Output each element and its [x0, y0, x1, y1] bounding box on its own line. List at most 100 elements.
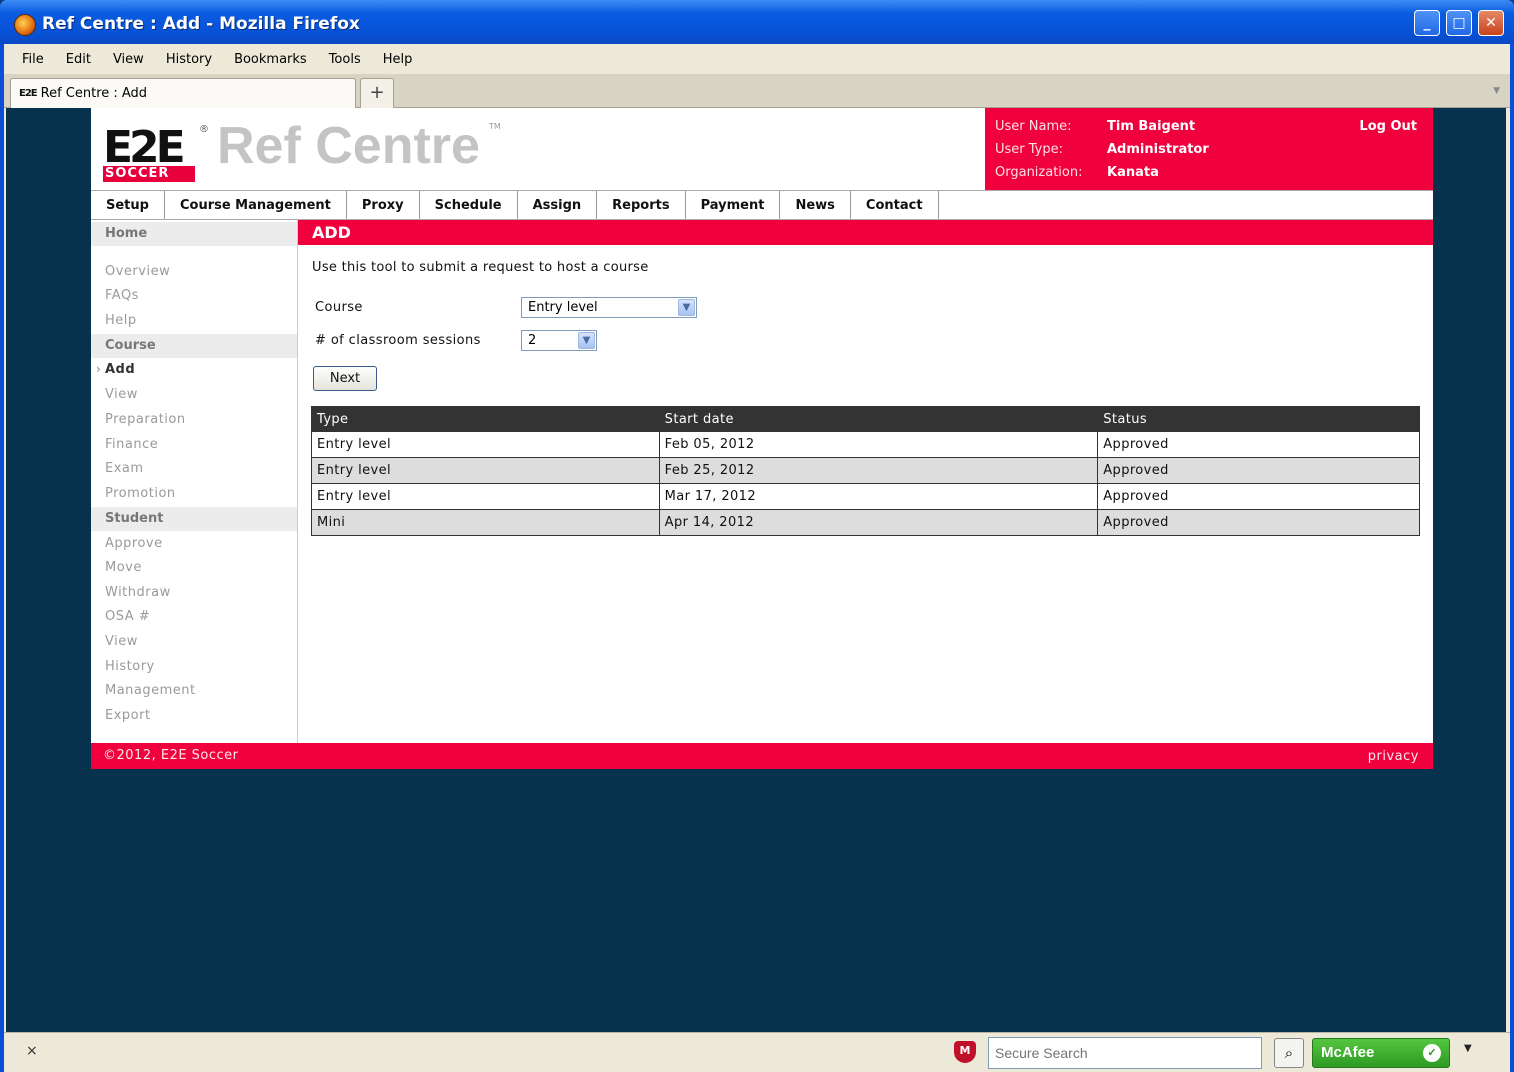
column-header-status: Status [1097, 406, 1420, 432]
sidebar-item-preparation[interactable]: Preparation [105, 412, 186, 427]
sidebar-item-move[interactable]: Move [105, 560, 142, 575]
secure-search-input[interactable] [988, 1037, 1262, 1069]
menu-help[interactable]: Help [383, 52, 413, 67]
sidebar-item-help[interactable]: Help [105, 313, 137, 328]
mcafee-shield-icon[interactable]: M [954, 1041, 976, 1063]
sidebar-item-view[interactable]: View [105, 387, 138, 402]
course-select-value: Entry level [528, 300, 598, 315]
chevron-down-icon[interactable]: ▼ [1464, 1043, 1472, 1054]
cell-status: Approved [1097, 509, 1420, 536]
maximize-button[interactable]: □ [1446, 10, 1472, 36]
sidebar-item-finance[interactable]: Finance [105, 437, 158, 452]
sidebar-item-withdraw[interactable]: Withdraw [105, 585, 171, 600]
tab-ref-centre[interactable]: E2E Ref Centre : Add [10, 78, 356, 108]
cell-type: Entry level [311, 457, 660, 484]
user-type-label: User Type: [995, 142, 1064, 157]
sidebar-item-promotion[interactable]: Promotion [105, 486, 176, 501]
privacy-link[interactable]: privacy [1368, 749, 1419, 764]
course-label: Course [315, 300, 363, 315]
e2e-soccer-logo[interactable]: E2E SOCCER ® [103, 122, 209, 182]
menu-bar: File Edit View History Bookmarks Tools H… [4, 44, 1510, 74]
nav-news[interactable]: News [780, 191, 851, 219]
course-select[interactable]: Entry level ▼ [521, 297, 697, 318]
sidebar-section-student[interactable]: Student [91, 507, 297, 531]
cell-start-date: Feb 25, 2012 [658, 457, 1099, 484]
sessions-select[interactable]: 2 ▼ [521, 330, 597, 351]
firefox-icon [14, 14, 36, 36]
copyright-text: ©2012, E2E Soccer [103, 748, 239, 763]
user-info-box: User Name: Tim Baigent User Type: Admini… [985, 108, 1433, 190]
new-tab-button[interactable]: + [360, 78, 394, 108]
trademark-icon: TM [489, 122, 501, 131]
main-panel: ADD Use this tool to submit a request to… [298, 220, 1433, 743]
organization-value: Kanata [1107, 165, 1159, 180]
cell-type: Mini [311, 509, 660, 536]
column-header-type: Type [311, 406, 660, 432]
menu-view[interactable]: View [113, 52, 144, 67]
nav-setup[interactable]: Setup [91, 191, 165, 219]
cell-type: Entry level [311, 483, 660, 510]
sidebar-item-add[interactable]: Add [105, 362, 135, 377]
sidebar-item-osa[interactable]: OSA # [105, 609, 150, 624]
organization-label: Organization: [995, 165, 1083, 180]
sidebar-section-course[interactable]: Course [91, 334, 297, 358]
tab-label: Ref Centre : Add [40, 86, 148, 101]
checkmark-icon: ✓ [1423, 1044, 1441, 1062]
cell-start-date: Mar 17, 2012 [658, 483, 1099, 510]
logo-text: E2E [103, 122, 186, 173]
main-nav: Setup Course Management Proxy Schedule A… [91, 190, 1433, 220]
chevron-right-icon: › [96, 362, 101, 376]
menu-history[interactable]: History [166, 52, 212, 67]
sidebar-item-student-view[interactable]: View [105, 634, 138, 649]
logo-sub: SOCCER [103, 166, 195, 182]
mcafee-badge[interactable]: McAfee ✓ [1312, 1038, 1450, 1068]
site-footer: ©2012, E2E Soccer privacy [91, 743, 1433, 769]
sidebar-item-management[interactable]: Management [105, 683, 196, 698]
site-title: Ref Centre [217, 117, 480, 175]
tab-list-chevron-down-icon[interactable]: ▼ [1493, 86, 1500, 96]
logout-link[interactable]: Log Out [1359, 119, 1417, 134]
close-button[interactable]: ✕ [1478, 10, 1504, 36]
sidebar-item-export[interactable]: Export [105, 708, 151, 723]
sidebar-item-history[interactable]: History [105, 659, 155, 674]
table-row[interactable]: Entry level Feb 05, 2012 Approved [311, 431, 1420, 458]
table-row[interactable]: Entry level Mar 17, 2012 Approved [311, 483, 1420, 510]
sessions-label: # of classroom sessions [315, 333, 481, 348]
sidebar-item-approve[interactable]: Approve [105, 536, 163, 551]
menu-tools[interactable]: Tools [329, 52, 361, 67]
registered-mark-icon: ® [199, 124, 209, 135]
browser-window: Ref Centre : Add - Mozilla Firefox _ □ ✕… [0, 0, 1514, 1072]
close-findbar-icon[interactable]: × [26, 1043, 38, 1059]
table-row[interactable]: Entry level Feb 25, 2012 Approved [311, 457, 1420, 484]
sidebar-item-exam[interactable]: Exam [105, 461, 144, 476]
user-name-label: User Name: [995, 119, 1072, 134]
nav-assign[interactable]: Assign [518, 191, 598, 219]
site-header: E2E SOCCER ® Ref Centre TM User Name: Ti… [91, 108, 1433, 190]
menu-file[interactable]: File [22, 52, 44, 67]
title-bar: Ref Centre : Add - Mozilla Firefox _ □ ✕ [0, 0, 1514, 44]
content-body: Home Overview FAQs Help Course › Add Vie… [91, 220, 1433, 743]
nav-reports[interactable]: Reports [597, 191, 686, 219]
menu-edit[interactable]: Edit [66, 52, 91, 67]
page-title: ADD [298, 220, 1433, 245]
nav-contact[interactable]: Contact [851, 191, 939, 219]
menu-bookmarks[interactable]: Bookmarks [234, 52, 307, 67]
nav-payment[interactable]: Payment [686, 191, 781, 219]
minimize-button[interactable]: _ [1414, 10, 1440, 36]
sidebar: Home Overview FAQs Help Course › Add Vie… [91, 220, 298, 743]
window-title: Ref Centre : Add - Mozilla Firefox [42, 14, 360, 34]
sidebar-item-overview[interactable]: Overview [105, 264, 170, 279]
nav-schedule[interactable]: Schedule [420, 191, 518, 219]
sidebar-item-faqs[interactable]: FAQs [105, 288, 139, 303]
chevron-down-icon: ▼ [678, 299, 695, 316]
user-name-value: Tim Baigent [1107, 119, 1196, 134]
sidebar-item-home[interactable]: Home [91, 222, 297, 246]
table-row[interactable]: Mini Apr 14, 2012 Approved [311, 509, 1420, 536]
nav-proxy[interactable]: Proxy [347, 191, 420, 219]
next-button[interactable]: Next [313, 366, 377, 391]
e2e-favicon-icon: E2E [19, 88, 38, 99]
search-icon[interactable]: ⌕ [1274, 1038, 1304, 1068]
nav-course-management[interactable]: Course Management [165, 191, 347, 219]
cell-start-date: Feb 05, 2012 [658, 431, 1099, 458]
tab-bar: E2E Ref Centre : Add + ▼ [4, 74, 1510, 108]
